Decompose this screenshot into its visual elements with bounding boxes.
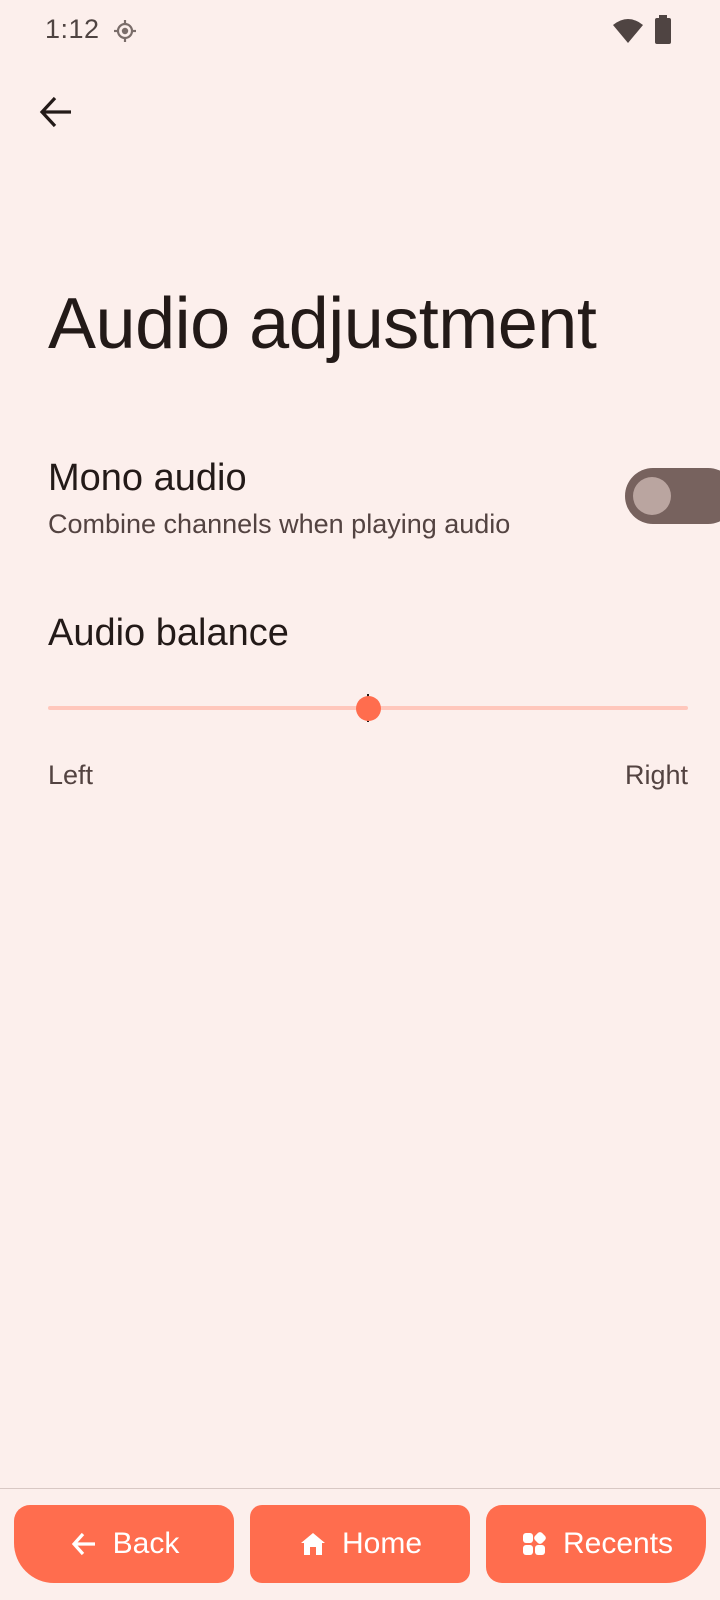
balance-left-label: Left	[48, 760, 94, 790]
navigation-bar: Back Home Recents	[0, 1489, 720, 1600]
nav-recents-button[interactable]: Recents	[486, 1505, 706, 1583]
slider-thumb[interactable]	[355, 696, 381, 721]
home-icon	[298, 1529, 328, 1559]
arrow-left-icon	[69, 1529, 99, 1559]
back-button[interactable]	[32, 90, 80, 138]
nav-home-label: Home	[341, 1527, 423, 1560]
battery-icon	[654, 15, 672, 45]
nav-back-button[interactable]: Back	[14, 1505, 234, 1583]
wifi-icon	[612, 17, 644, 45]
page-title: Audio adjustment	[48, 284, 597, 364]
nav-home-button[interactable]: Home	[250, 1505, 470, 1583]
mono-audio-setting[interactable]: Mono audio Combine channels when playing…	[48, 455, 720, 545]
balance-right-label: Right	[624, 760, 688, 790]
audio-balance-slider[interactable]	[48, 686, 688, 730]
location-target-icon	[113, 19, 137, 43]
status-bar: 1:12	[0, 0, 720, 62]
nav-back-label: Back	[112, 1527, 180, 1560]
status-time: 1:12	[45, 14, 100, 44]
recents-grid-icon	[519, 1529, 549, 1559]
toggle-thumb	[633, 477, 671, 515]
nav-recents-label: Recents	[562, 1527, 674, 1560]
mono-audio-toggle[interactable]	[625, 468, 720, 524]
mono-audio-subtitle: Combine channels when playing audio	[48, 509, 511, 539]
arrow-back-icon	[38, 94, 74, 135]
audio-balance-title: Audio balance	[48, 612, 289, 654]
mono-audio-title: Mono audio	[48, 457, 247, 499]
